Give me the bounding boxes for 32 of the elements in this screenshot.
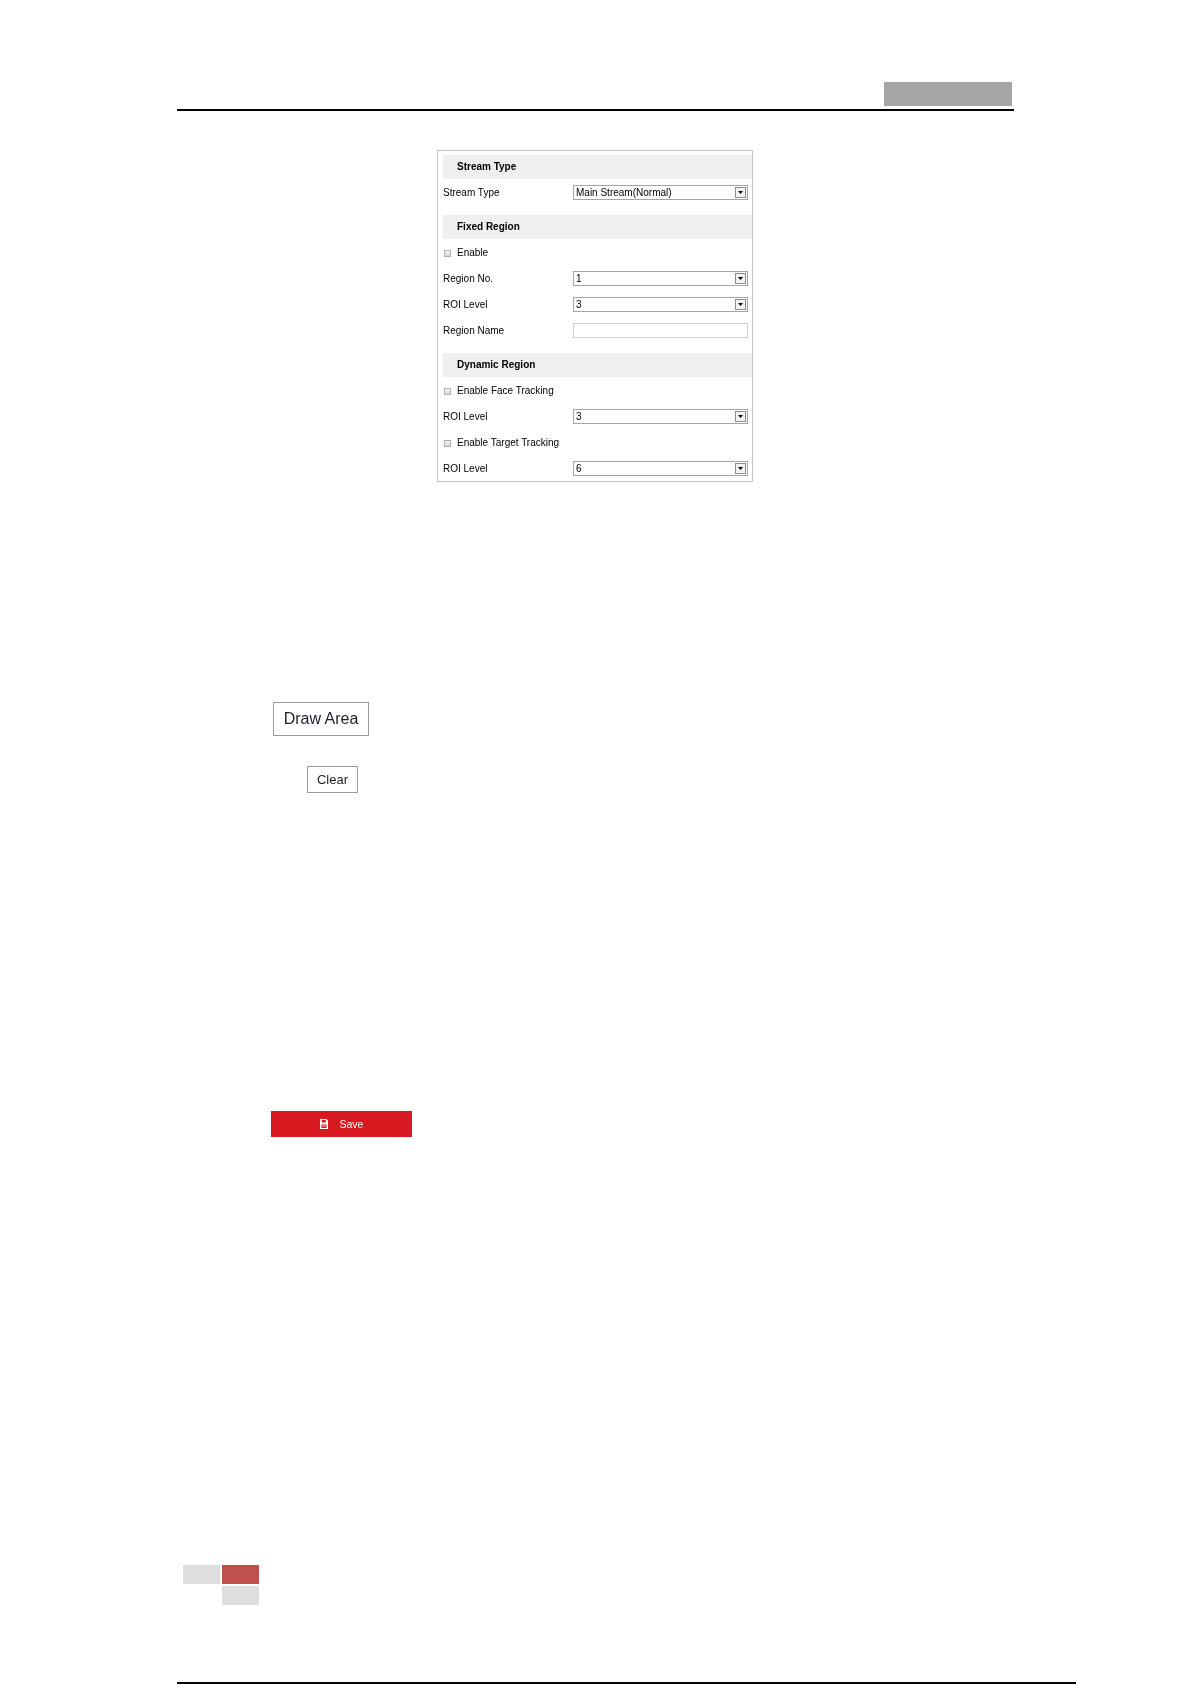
decor-tile xyxy=(222,1565,259,1584)
caret-icon xyxy=(735,186,746,198)
caret-icon xyxy=(735,410,746,422)
field-label: Region Name xyxy=(443,324,506,336)
draw-area-button[interactable]: Draw Area xyxy=(273,702,369,736)
decor-tile xyxy=(183,1565,220,1584)
checkbox[interactable] xyxy=(444,387,451,395)
caret-icon xyxy=(735,272,746,284)
section-header: Stream Type xyxy=(443,155,752,179)
save-button[interactable]: Save xyxy=(271,1111,412,1137)
checkbox[interactable] xyxy=(444,249,451,257)
clear-button[interactable]: Clear xyxy=(307,766,358,793)
decor-tile xyxy=(222,1586,259,1605)
checkbox-label: Enable Face Tracking xyxy=(457,384,554,396)
dropdown[interactable]: 3 xyxy=(573,408,748,424)
dropdown[interactable]: 3 xyxy=(573,296,748,312)
checkbox[interactable] xyxy=(444,439,451,447)
section-header: Fixed Region xyxy=(443,215,752,239)
field-label: ROI Level xyxy=(443,298,489,310)
dropdown[interactable]: 1 xyxy=(573,270,748,286)
field-label: Stream Type xyxy=(443,186,501,198)
input-field[interactable] xyxy=(573,322,748,338)
field-label: ROI Level xyxy=(443,410,489,422)
field-label: Region No. xyxy=(443,272,495,284)
dropdown[interactable]: 6 xyxy=(573,460,748,476)
field-label: ROI Level xyxy=(443,462,489,474)
dropdown[interactable]: Main Stream(Normal) xyxy=(573,184,748,200)
section-header: Dynamic Region xyxy=(443,353,752,377)
caret-icon xyxy=(735,298,746,310)
checkbox-label: Enable Target Tracking xyxy=(457,436,560,448)
caret-icon xyxy=(735,462,746,474)
checkbox-label: Enable xyxy=(457,246,489,258)
